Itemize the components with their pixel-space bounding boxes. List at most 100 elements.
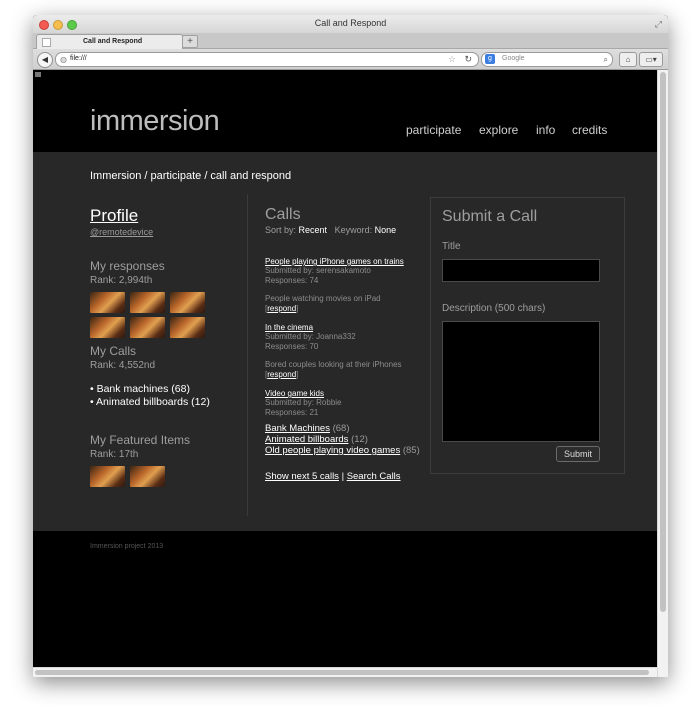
- call-title[interactable]: Video game kids: [265, 389, 430, 398]
- call-submitter: Submitted by: Joanna332: [265, 332, 356, 341]
- response-thumbnail[interactable]: [130, 292, 165, 313]
- search-calls-link[interactable]: Search Calls: [347, 471, 401, 482]
- page-favicon-icon: [42, 38, 51, 47]
- submit-call-form: Submit a Call Title Description (500 cha…: [430, 197, 625, 474]
- site-header: immersion participate explore info credi…: [33, 70, 657, 152]
- link-separator: |: [341, 471, 345, 482]
- site-logo[interactable]: immersion: [90, 105, 220, 138]
- call-submitter: Submitted by: serensakamoto: [265, 266, 371, 275]
- horizontal-scroll-thumb[interactable]: [35, 670, 649, 675]
- keyword-count: (68): [332, 423, 350, 434]
- search-bar[interactable]: g Google ⌕: [481, 52, 613, 67]
- call-item: People playing iPhone games on trains Su…: [265, 257, 430, 286]
- profile-handle[interactable]: @remotedevice: [90, 227, 240, 237]
- search-placeholder: Google: [502, 55, 525, 62]
- title-bar: Call and Respond ⤢: [33, 15, 668, 33]
- home-button[interactable]: ⌂: [619, 52, 637, 67]
- nav-info[interactable]: info: [536, 123, 555, 137]
- page-viewport: immersion participate explore info credi…: [33, 70, 668, 677]
- calls-column: Calls Sort by: Recent Keyword: None Peop…: [265, 206, 430, 482]
- call-responses: Responses: 74: [265, 276, 319, 285]
- globe-icon: ◍: [60, 55, 67, 64]
- submit-call-heading: Submit a Call: [442, 208, 538, 225]
- responses-thumbnails-row2: [90, 317, 240, 338]
- new-tab-button[interactable]: +: [182, 35, 198, 48]
- keyword-count: (12): [351, 434, 368, 445]
- column-divider: [247, 194, 248, 516]
- corner-marker: [35, 72, 41, 77]
- extensions-button[interactable]: ▭▾: [639, 52, 663, 67]
- call-title[interactable]: People playing iPhone games on trains: [265, 257, 430, 266]
- profile-heading[interactable]: Profile: [90, 206, 240, 226]
- reload-icon[interactable]: ↻: [464, 54, 472, 65]
- call-submitter: Submitted by: Robbie: [265, 398, 342, 407]
- my-call-item[interactable]: • Bank machines (68): [90, 383, 240, 396]
- keyword-item: Animated billboards (12): [265, 434, 430, 445]
- call-item: In the cinema Submitted by: Joanna332 Re…: [265, 323, 430, 352]
- keyword-prefix: Keyword:: [334, 225, 373, 235]
- featured-thumbnails: [90, 466, 240, 487]
- sort-prefix: Sort by:: [265, 225, 297, 235]
- calls-rank: Rank: 4,552nd: [90, 360, 156, 371]
- call-item: Video game kids Submitted by: Robbie Res…: [265, 389, 430, 418]
- search-icon[interactable]: ⌕: [604, 54, 608, 65]
- keyword-list: Bank Machines (68) Animated billboards (…: [265, 423, 430, 456]
- vertical-scrollbar[interactable]: [657, 70, 668, 677]
- bookmark-star-icon[interactable]: ☆: [448, 54, 456, 65]
- title-field[interactable]: [442, 259, 600, 282]
- call-response-item: People watching movies on iPad [respond]: [265, 294, 430, 314]
- fullscreen-icon[interactable]: ⤢: [655, 19, 662, 30]
- sort-controls: Sort by: Recent Keyword: None: [265, 225, 430, 235]
- call-responses: Responses: 70: [265, 342, 319, 351]
- respond-row: [respond]: [265, 304, 299, 313]
- my-calls-list: • Bank machines (68) • Animated billboar…: [90, 383, 240, 409]
- my-calls-heading: My Calls: [90, 344, 137, 358]
- sort-value[interactable]: Recent: [299, 225, 328, 235]
- show-next-calls-link[interactable]: Show next 5 calls: [265, 471, 339, 482]
- nav-credits[interactable]: credits: [572, 123, 607, 137]
- main-content: Immersion / participate / call and respo…: [33, 152, 657, 531]
- site-footer: Immersion project 2013: [33, 531, 657, 677]
- tab-label: Call and Respond: [83, 38, 143, 45]
- browser-toolbar: ◀ ◍ file:/// ☆ ↻ g Google ⌕ ⌂ ▭▾: [33, 49, 668, 70]
- featured-thumbnail[interactable]: [130, 466, 165, 487]
- keyword-link[interactable]: Bank Machines: [265, 423, 330, 434]
- response-description: People watching movies on iPad: [265, 294, 381, 303]
- calls-heading: Calls: [265, 206, 301, 223]
- respond-row: [respond]: [265, 370, 299, 379]
- featured-thumbnail[interactable]: [90, 466, 125, 487]
- submit-button[interactable]: Submit: [556, 446, 600, 462]
- google-icon[interactable]: g: [485, 54, 495, 64]
- window-title: Call and Respond: [314, 18, 387, 28]
- nav-participate[interactable]: participate: [406, 123, 461, 137]
- breadcrumb: Immersion / participate / call and respo…: [90, 170, 292, 182]
- response-thumbnail[interactable]: [90, 292, 125, 313]
- response-thumbnail[interactable]: [130, 317, 165, 338]
- vertical-scroll-thumb[interactable]: [660, 72, 666, 612]
- address-bar[interactable]: ◍ file:/// ☆ ↻: [55, 52, 479, 67]
- keyword-count: (85): [402, 445, 420, 456]
- keyword-value[interactable]: None: [375, 225, 397, 235]
- keyword-item: Old people playing video games (85): [265, 445, 430, 456]
- respond-link[interactable]: respond: [267, 304, 296, 313]
- keyword-link[interactable]: Animated billboards: [265, 434, 348, 445]
- title-label: Title: [442, 241, 461, 252]
- response-thumbnail[interactable]: [170, 317, 205, 338]
- featured-items-heading: My Featured Items: [90, 433, 191, 447]
- respond-link[interactable]: respond: [267, 370, 296, 379]
- my-call-item[interactable]: • Animated billboards (12): [90, 396, 240, 409]
- keyword-link[interactable]: Old people playing video games: [265, 445, 400, 456]
- my-responses-heading: My responses: [90, 259, 165, 273]
- url-text: file:///: [70, 55, 87, 62]
- nav-explore[interactable]: explore: [479, 123, 518, 137]
- keyword-item: Bank Machines (68): [265, 423, 430, 434]
- back-button[interactable]: ◀: [37, 52, 53, 68]
- horizontal-scrollbar[interactable]: [33, 667, 657, 677]
- call-title[interactable]: In the cinema: [265, 323, 430, 332]
- response-thumbnail[interactable]: [90, 317, 125, 338]
- response-thumbnail[interactable]: [170, 292, 205, 313]
- call-responses: Responses: 21: [265, 408, 319, 417]
- tab-call-and-respond[interactable]: Call and Respond: [36, 34, 183, 49]
- description-field[interactable]: [442, 321, 600, 442]
- response-description: Bored couples looking at their iPhones: [265, 360, 402, 369]
